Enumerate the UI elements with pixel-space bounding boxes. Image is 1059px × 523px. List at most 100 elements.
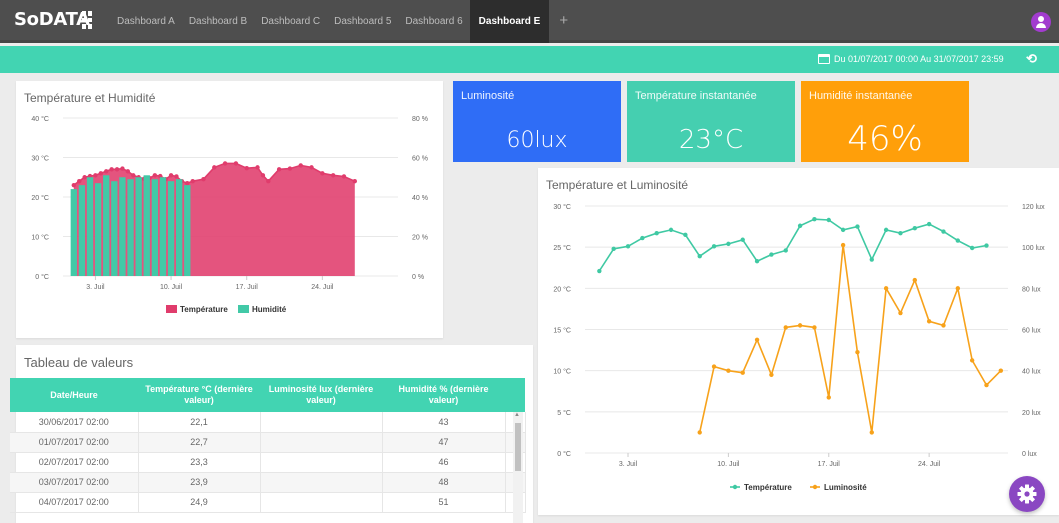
temp-luminosity-chart: 0 °C 0 lux 5 °C 20 lux 10 °C 40 lux 15 °C 60 lu… — [553, 203, 1045, 492]
data-point — [883, 286, 889, 291]
humidity-bar — [127, 179, 134, 276]
data-point — [683, 232, 688, 238]
column-header-humidity[interactable]: Humidité % (dernière valeur) — [382, 378, 505, 412]
column-header-date[interactable]: Date/Heure — [10, 378, 138, 412]
table-row[interactable]: 01/07/2017 02:00 22,7 47 — [10, 432, 526, 453]
data-point — [93, 173, 98, 178]
x-tick-label: 24. Juil — [918, 461, 941, 468]
data-point — [726, 368, 731, 373]
data-point — [926, 319, 932, 324]
y-right-tick-label: 60 lux — [1022, 328, 1041, 335]
table-row[interactable]: 02/07/2017 02:00 23,3 46 — [10, 452, 526, 473]
x-tick-label: 3. Juil — [619, 461, 638, 468]
data-point — [352, 179, 357, 184]
data-point — [955, 238, 961, 243]
y-left-tick-label: 0 °C — [557, 450, 571, 458]
data-point — [754, 337, 760, 342]
temp-humidity-chart: 0 °C 0 % 10 °C 20 % 20 °C 40 % 30 °C 60 % 40 °C 8… — [31, 115, 428, 314]
data-point — [597, 268, 602, 274]
data-point — [611, 246, 616, 252]
data-point — [233, 161, 239, 166]
data-point — [190, 179, 195, 184]
add-tab-button[interactable]: + — [549, 0, 578, 43]
data-point — [883, 227, 889, 233]
data-point — [298, 163, 303, 168]
data-point — [783, 325, 788, 330]
date-range-bar: Du 01/07/2017 00:00 Au 31/07/2017 23:59 … — [0, 46, 1059, 73]
kpi-value: 23°C — [678, 125, 744, 155]
legend-label-luminosity: Luminosité — [824, 483, 867, 492]
cell-luminosity — [260, 472, 383, 493]
data-point — [711, 244, 717, 249]
cell-luminosity — [260, 452, 383, 473]
table-row[interactable]: 30/06/2017 02:00 22,1 43 — [10, 412, 526, 433]
cell-date: 03/07/2017 02:00 — [10, 472, 139, 493]
tab-dashboard-a[interactable]: Dashboard A — [110, 0, 182, 43]
humidity-bar — [94, 183, 102, 276]
data-point — [697, 254, 702, 259]
data-point — [840, 227, 846, 233]
logo-mark-icon — [82, 11, 92, 29]
data-point — [330, 173, 336, 178]
data-point — [201, 177, 206, 182]
column-header-temperature[interactable]: Température °C (dernière valeur) — [138, 378, 260, 412]
scroll-up-arrow-icon[interactable]: ▲ — [514, 412, 520, 418]
cell-date: 04/07/2017 02:00 — [10, 492, 139, 513]
tab-dashboard-e[interactable]: Dashboard E — [469, 0, 550, 43]
humidity-bar — [135, 177, 142, 276]
data-point — [740, 370, 745, 375]
column-header-luminosity[interactable]: Luminosité lux (dernière valeur) — [260, 378, 382, 412]
data-point — [869, 430, 874, 435]
humidity-bar — [151, 179, 159, 276]
legend-swatch-humidity — [238, 305, 249, 313]
data-point — [941, 323, 946, 328]
y-left-tick-label: 10 °C — [553, 368, 571, 376]
data-point — [71, 182, 77, 188]
cell-temperature: 23,9 — [138, 472, 261, 493]
cell-temperature: 24,9 — [138, 492, 261, 513]
humidity-bar — [70, 189, 77, 276]
cell-date: 01/07/2017 02:00 — [10, 432, 139, 453]
data-point — [104, 169, 109, 174]
user-avatar-icon[interactable] — [1031, 12, 1051, 32]
refresh-icon[interactable]: ⟲ — [1026, 51, 1037, 67]
data-point — [812, 325, 817, 330]
tab-dashboard-5[interactable]: Dashboard 5 — [327, 0, 398, 43]
humidity-bar — [78, 185, 86, 276]
app-logo[interactable]: SoDATA — [14, 9, 90, 30]
data-point — [769, 372, 774, 377]
settings-fab-button[interactable] — [1009, 476, 1045, 512]
data-point — [152, 173, 158, 178]
date-range-text[interactable]: Du 01/07/2017 00:00 Au 31/07/2017 23:59 — [834, 54, 1004, 64]
cell-humidity: 48 — [382, 472, 506, 493]
table-row[interactable]: 04/07/2017 02:00 24,9 51 — [10, 492, 526, 513]
data-point — [726, 241, 731, 247]
data-point — [984, 382, 989, 388]
data-point — [840, 242, 846, 248]
cell-humidity: 47 — [382, 432, 506, 453]
data-point — [260, 173, 266, 178]
y-left-tick-label: 10 °C — [31, 234, 49, 242]
data-point — [131, 173, 136, 178]
data-point — [77, 179, 82, 184]
data-point — [255, 165, 260, 170]
x-tick-label: 17. Juil — [818, 461, 841, 468]
data-point — [740, 237, 745, 242]
data-point — [898, 310, 903, 316]
kpi-value: 46% — [847, 119, 923, 159]
humidity-bar — [167, 181, 175, 276]
y-left-tick-label: 15 °C — [553, 327, 571, 335]
table-row[interactable]: 03/07/2017 02:00 23,9 48 — [10, 472, 526, 493]
chart-panel-temp-luminosity: Température et Luminosité 0 °C 0 lux 5 °C 2… — [538, 168, 1059, 515]
panel-title: Tableau de valeurs — [24, 355, 134, 370]
tab-dashboard-b[interactable]: Dashboard B — [182, 0, 254, 43]
humidity-bar — [143, 175, 150, 276]
data-point — [82, 175, 87, 180]
table-scrollbar-thumb[interactable] — [515, 423, 521, 471]
data-point — [869, 257, 874, 262]
x-tick-label: 24. Juil — [311, 284, 334, 291]
table-header-row: Date/Heure Température °C (dernière vale… — [10, 378, 525, 412]
tab-dashboard-6[interactable]: Dashboard 6 — [398, 0, 469, 43]
tab-dashboard-c[interactable]: Dashboard C — [254, 0, 327, 43]
calendar-icon[interactable] — [818, 54, 830, 64]
